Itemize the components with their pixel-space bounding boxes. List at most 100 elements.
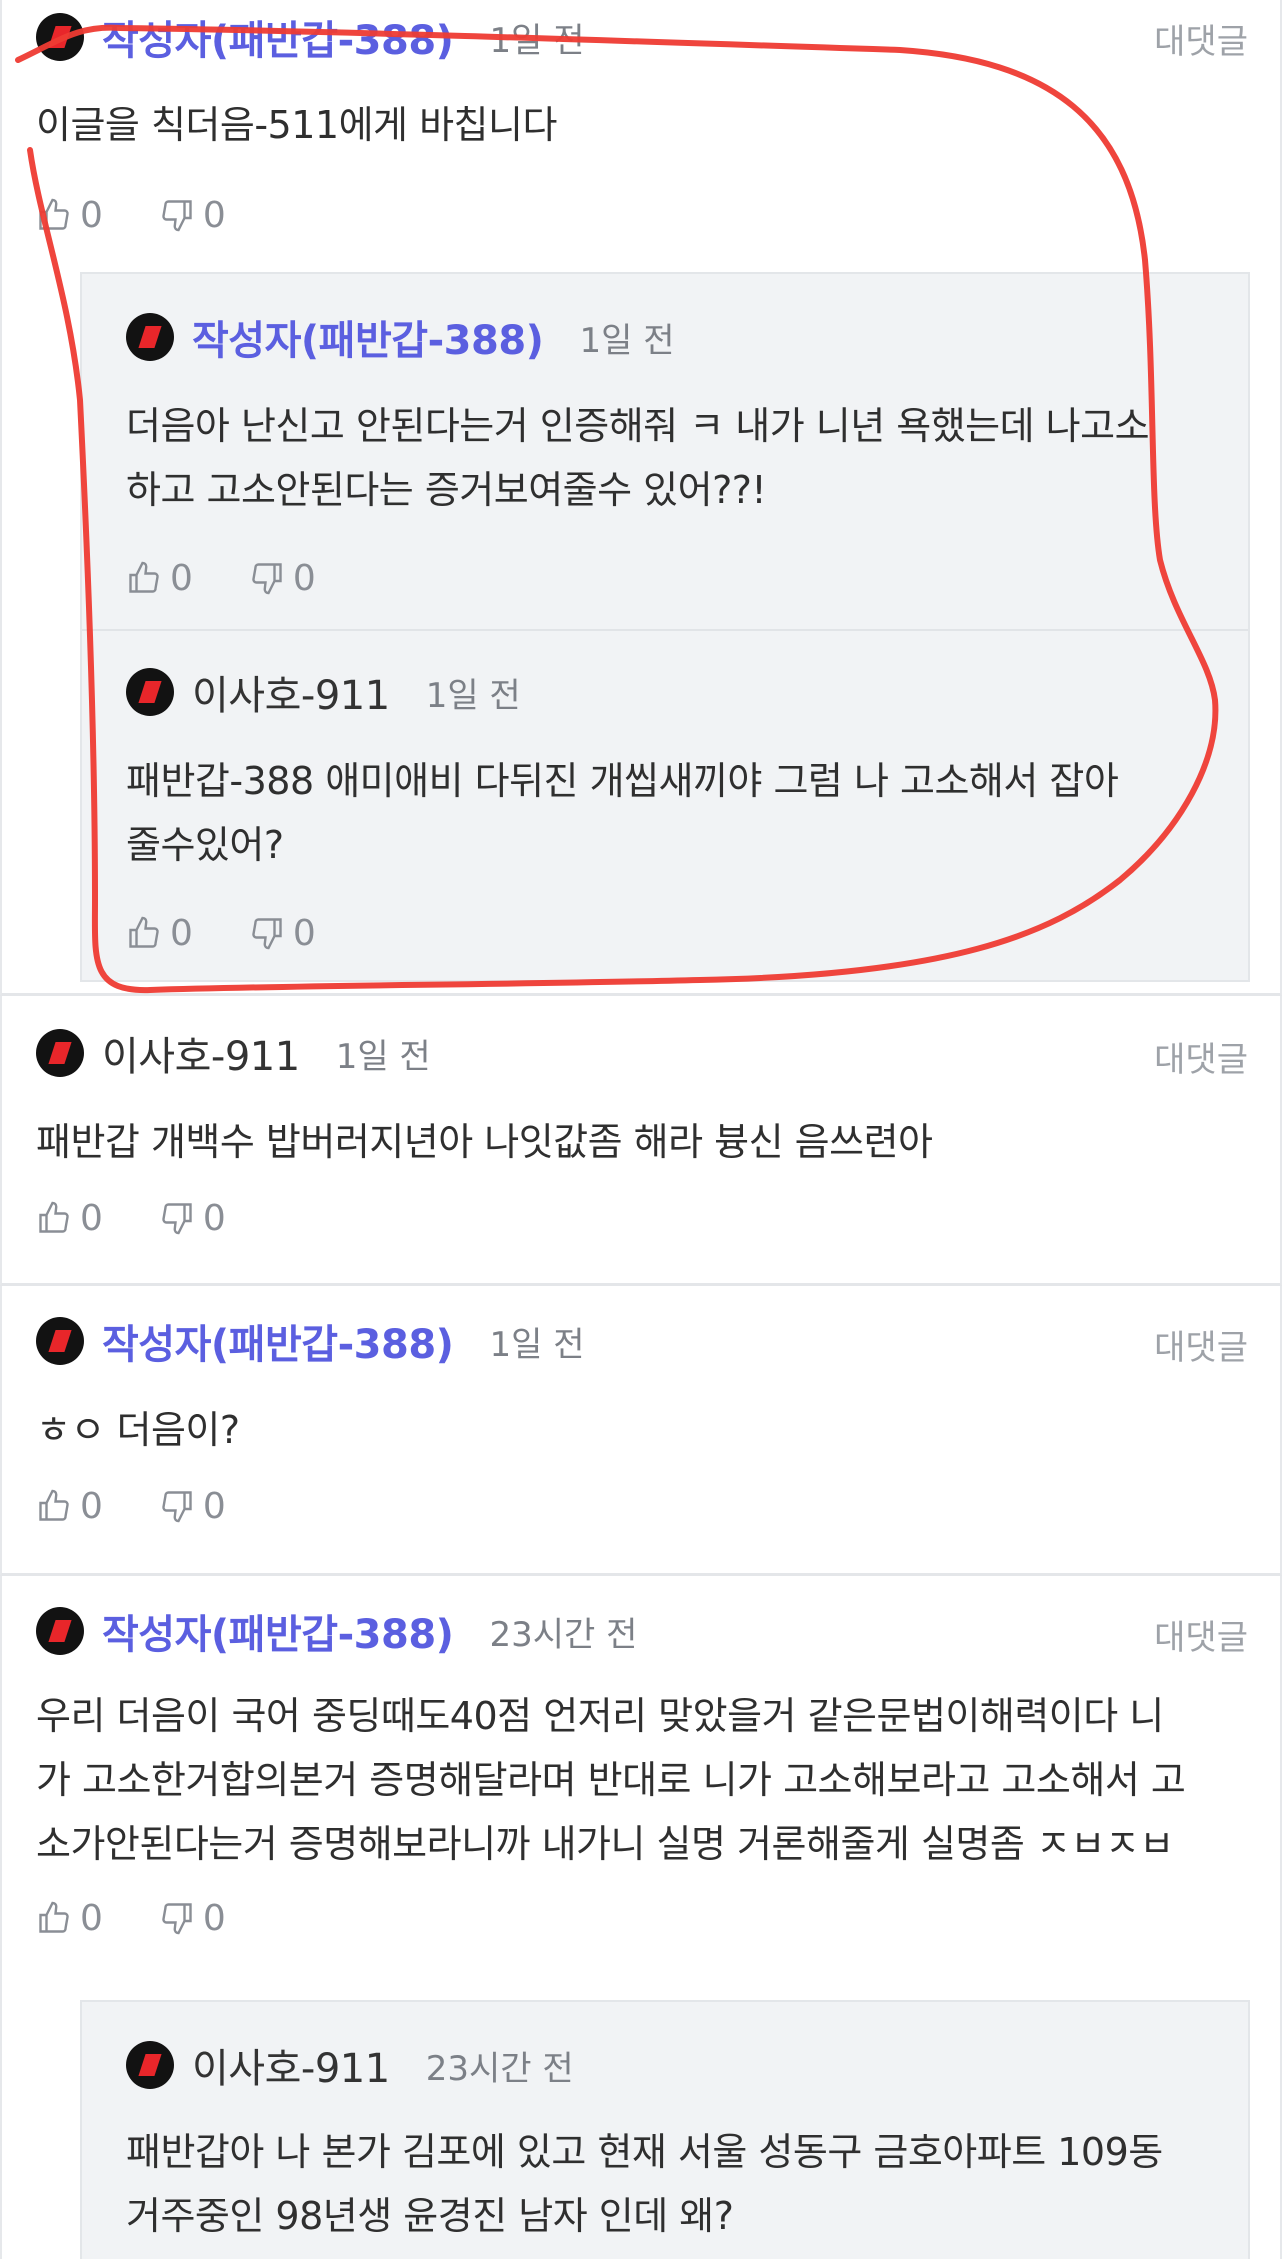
thumbs-down-icon xyxy=(252,563,282,595)
thumbs-up-icon xyxy=(39,198,69,230)
author-name[interactable]: 이사호-911 xyxy=(192,2036,390,2094)
comment-header: 이사호-911 23시간 전 xyxy=(126,2038,574,2092)
author-name[interactable]: 이사호-911 xyxy=(102,1024,300,1082)
like-count: 0 xyxy=(170,557,193,599)
dislike-count: 0 xyxy=(202,194,226,236)
thumbs-up-icon xyxy=(39,1901,69,1933)
author-name[interactable]: 작성자(패반갑-388) xyxy=(192,308,544,366)
comment-time: 23시간 전 xyxy=(489,1614,638,1655)
dislike-button[interactable]: 0 xyxy=(159,1486,226,1527)
dislike-count: 0 xyxy=(202,1197,226,1239)
author-name[interactable]: 작성자(패반갑-388) xyxy=(102,1602,454,1660)
avatar[interactable] xyxy=(36,13,84,61)
thumbs-up-icon xyxy=(39,1201,69,1233)
comment-header: 이사호-911 1일 전 xyxy=(126,665,521,719)
comment-item: 작성자(패반갑-388) 23시간 전 대댓글 우리 더음이 국어 중딩때도40… xyxy=(0,1576,1282,2259)
thumbs-up-icon xyxy=(129,916,159,948)
dislike-button[interactable]: 0 xyxy=(249,913,316,954)
avatar[interactable] xyxy=(126,313,174,361)
author-name[interactable]: 이사호-911 xyxy=(192,663,390,721)
reply-button[interactable]: 대댓글 xyxy=(1154,1320,1248,1369)
reply-item: 작성자(패반갑-388) 1일 전 더음아 난신고 안된다는거 인증해줘 ㅋ 내… xyxy=(82,274,1248,629)
comment-body: 패반갑아 나 본가 김포에 있고 현재 서울 성동구 금호아파트 109동 거주… xyxy=(126,2120,1204,2248)
like-button[interactable]: 0 xyxy=(126,558,193,599)
comment-text-line: 줄수있어? xyxy=(126,823,284,867)
comment-text-line: 패반갑아 나 본가 김포에 있고 현재 서울 성동구 금호아파트 109동 xyxy=(126,2130,1163,2174)
reply-thread: 이사호-911 23시간 전 패반갑아 나 본가 김포에 있고 현재 서울 성동… xyxy=(80,2000,1250,2259)
comment-text-line: 소가안된다는거 증명해보라니까 내가니 실명 거론해줄게 실명좀 ㅈㅂㅈㅂ xyxy=(36,1822,1174,1866)
author-name[interactable]: 작성자(패반갑-388) xyxy=(102,8,454,66)
comment-body: 패반갑 개백수 밥버러지년아 나잇값좀 해라 븅신 음쓰련아 xyxy=(36,1110,1236,1174)
reply-button[interactable]: 대댓글 xyxy=(1154,1610,1248,1659)
like-button[interactable]: 0 xyxy=(36,1198,103,1239)
reply-button[interactable]: 대댓글 xyxy=(1154,14,1248,63)
comment-text-line: 패반갑 개백수 밥버러지년아 나잇값좀 해라 븅신 음쓰련아 xyxy=(36,1120,933,1164)
comment-body: 패반갑-388 애미애비 다뒤진 개씹새끼야 그럼 나 고소해서 잡아 줄수있어… xyxy=(126,749,1204,877)
avatar[interactable] xyxy=(36,1317,84,1365)
vote-bar: 0 0 xyxy=(36,1896,282,1940)
avatar[interactable] xyxy=(36,1029,84,1077)
comment-time: 1일 전 xyxy=(579,320,675,361)
comment-text-line: ㅎㅇ 더음이? xyxy=(36,1408,240,1452)
comment-header: 작성자(패반갑-388) 1일 전 xyxy=(126,310,674,364)
comment-time: 1일 전 xyxy=(489,1324,585,1365)
thumbs-up-icon xyxy=(129,561,159,593)
thumbs-down-icon xyxy=(162,1491,192,1523)
comment-time: 1일 전 xyxy=(335,1036,431,1077)
comment-time: 1일 전 xyxy=(425,675,521,716)
thumbs-up-icon xyxy=(39,1489,69,1521)
dislike-count: 0 xyxy=(292,557,316,599)
like-count: 0 xyxy=(80,1197,103,1239)
like-count: 0 xyxy=(80,194,103,236)
dislike-button[interactable]: 0 xyxy=(159,1198,226,1239)
like-count: 0 xyxy=(80,1897,103,1939)
thumbs-down-icon xyxy=(252,918,282,950)
comment-text-line: 패반갑-388 애미애비 다뒤진 개씹새끼야 그럼 나 고소해서 잡아 xyxy=(126,759,1119,803)
comment-item: 이사호-911 1일 전 대댓글 패반갑 개백수 밥버러지년아 나잇값좀 해라 … xyxy=(0,996,1282,1286)
avatar[interactable] xyxy=(126,668,174,716)
dislike-button[interactable]: 0 xyxy=(159,195,226,236)
comment-text-line: 우리 더음이 국어 중딩때도40점 언저리 맞았을거 같은문법이해력이다 니 xyxy=(36,1694,1164,1738)
comment-body: 더음아 난신고 안된다는거 인증해줘 ㅋ 내가 니년 욕했는데 나고소 하고 고… xyxy=(126,394,1204,522)
comment-body: ㅎㅇ 더음이? xyxy=(36,1398,1236,1462)
comment-text-line: 하고 고소안된다는 증거보여줄수 있어??! xyxy=(126,468,767,512)
like-button[interactable]: 0 xyxy=(126,913,193,954)
reply-button[interactable]: 대댓글 xyxy=(1154,1032,1248,1081)
author-name[interactable]: 작성자(패반갑-388) xyxy=(102,1312,454,1370)
comment-header: 이사호-911 1일 전 xyxy=(36,1026,431,1080)
avatar[interactable] xyxy=(36,1607,84,1655)
vote-bar: 0 0 xyxy=(36,193,282,237)
vote-bar: 0 0 xyxy=(36,1196,282,1240)
vote-bar: 0 0 xyxy=(126,556,372,600)
comment-text-line: 이글을 칙더음-511에게 바칩니다 xyxy=(36,103,557,147)
thumbs-down-icon xyxy=(162,1903,192,1935)
reply-item: 이사호-911 1일 전 패반갑-388 애미애비 다뒤진 개씹새끼야 그럼 나… xyxy=(82,629,1248,984)
reply-item: 이사호-911 23시간 전 패반갑아 나 본가 김포에 있고 현재 서울 성동… xyxy=(82,2002,1248,2259)
comment-header: 작성자(패반갑-388) 1일 전 xyxy=(36,1314,584,1368)
reply-thread: 작성자(패반갑-388) 1일 전 더음아 난신고 안된다는거 인증해줘 ㅋ 내… xyxy=(80,272,1250,982)
comment-time: 23시간 전 xyxy=(425,2048,574,2089)
thumbs-down-icon xyxy=(162,1203,192,1235)
dislike-button[interactable]: 0 xyxy=(249,558,316,599)
comment-header: 작성자(패반갑-388) 23시간 전 xyxy=(36,1604,637,1658)
like-button[interactable]: 0 xyxy=(36,1898,103,1939)
thumbs-down-icon xyxy=(162,200,192,232)
comment-header: 작성자(패반갑-388) 1일 전 xyxy=(36,10,584,64)
comment-body: 우리 더음이 국어 중딩때도40점 언저리 맞았을거 같은문법이해력이다 니 가… xyxy=(36,1684,1236,1876)
comment-item: 작성자(패반갑-388) 1일 전 대댓글 이글을 칙더음-511에게 바칩니다… xyxy=(0,0,1282,996)
dislike-count: 0 xyxy=(202,1485,226,1527)
dislike-button[interactable]: 0 xyxy=(159,1898,226,1939)
like-button[interactable]: 0 xyxy=(36,1486,103,1527)
dislike-count: 0 xyxy=(292,912,316,954)
comment-time: 1일 전 xyxy=(489,20,585,61)
comment-item: 작성자(패반갑-388) 1일 전 대댓글 ㅎㅇ 더음이? 0 0 xyxy=(0,1286,1282,1576)
vote-bar: 0 0 xyxy=(36,1484,282,1528)
like-button[interactable]: 0 xyxy=(36,195,103,236)
comment-text-line: 가 고소한거합의본거 증명해달라며 반대로 니가 고소해보라고 고소해서 고 xyxy=(36,1758,1186,1802)
comment-list: 작성자(패반갑-388) 1일 전 대댓글 이글을 칙더음-511에게 바칩니다… xyxy=(0,0,1284,2259)
like-count: 0 xyxy=(170,912,193,954)
comment-text-line: 거주중인 98년생 윤경진 남자 인데 왜? xyxy=(126,2194,734,2238)
avatar[interactable] xyxy=(126,2041,174,2089)
comment-text-line: 더음아 난신고 안된다는거 인증해줘 ㅋ 내가 니년 욕했는데 나고소 xyxy=(126,404,1150,448)
like-count: 0 xyxy=(80,1485,103,1527)
